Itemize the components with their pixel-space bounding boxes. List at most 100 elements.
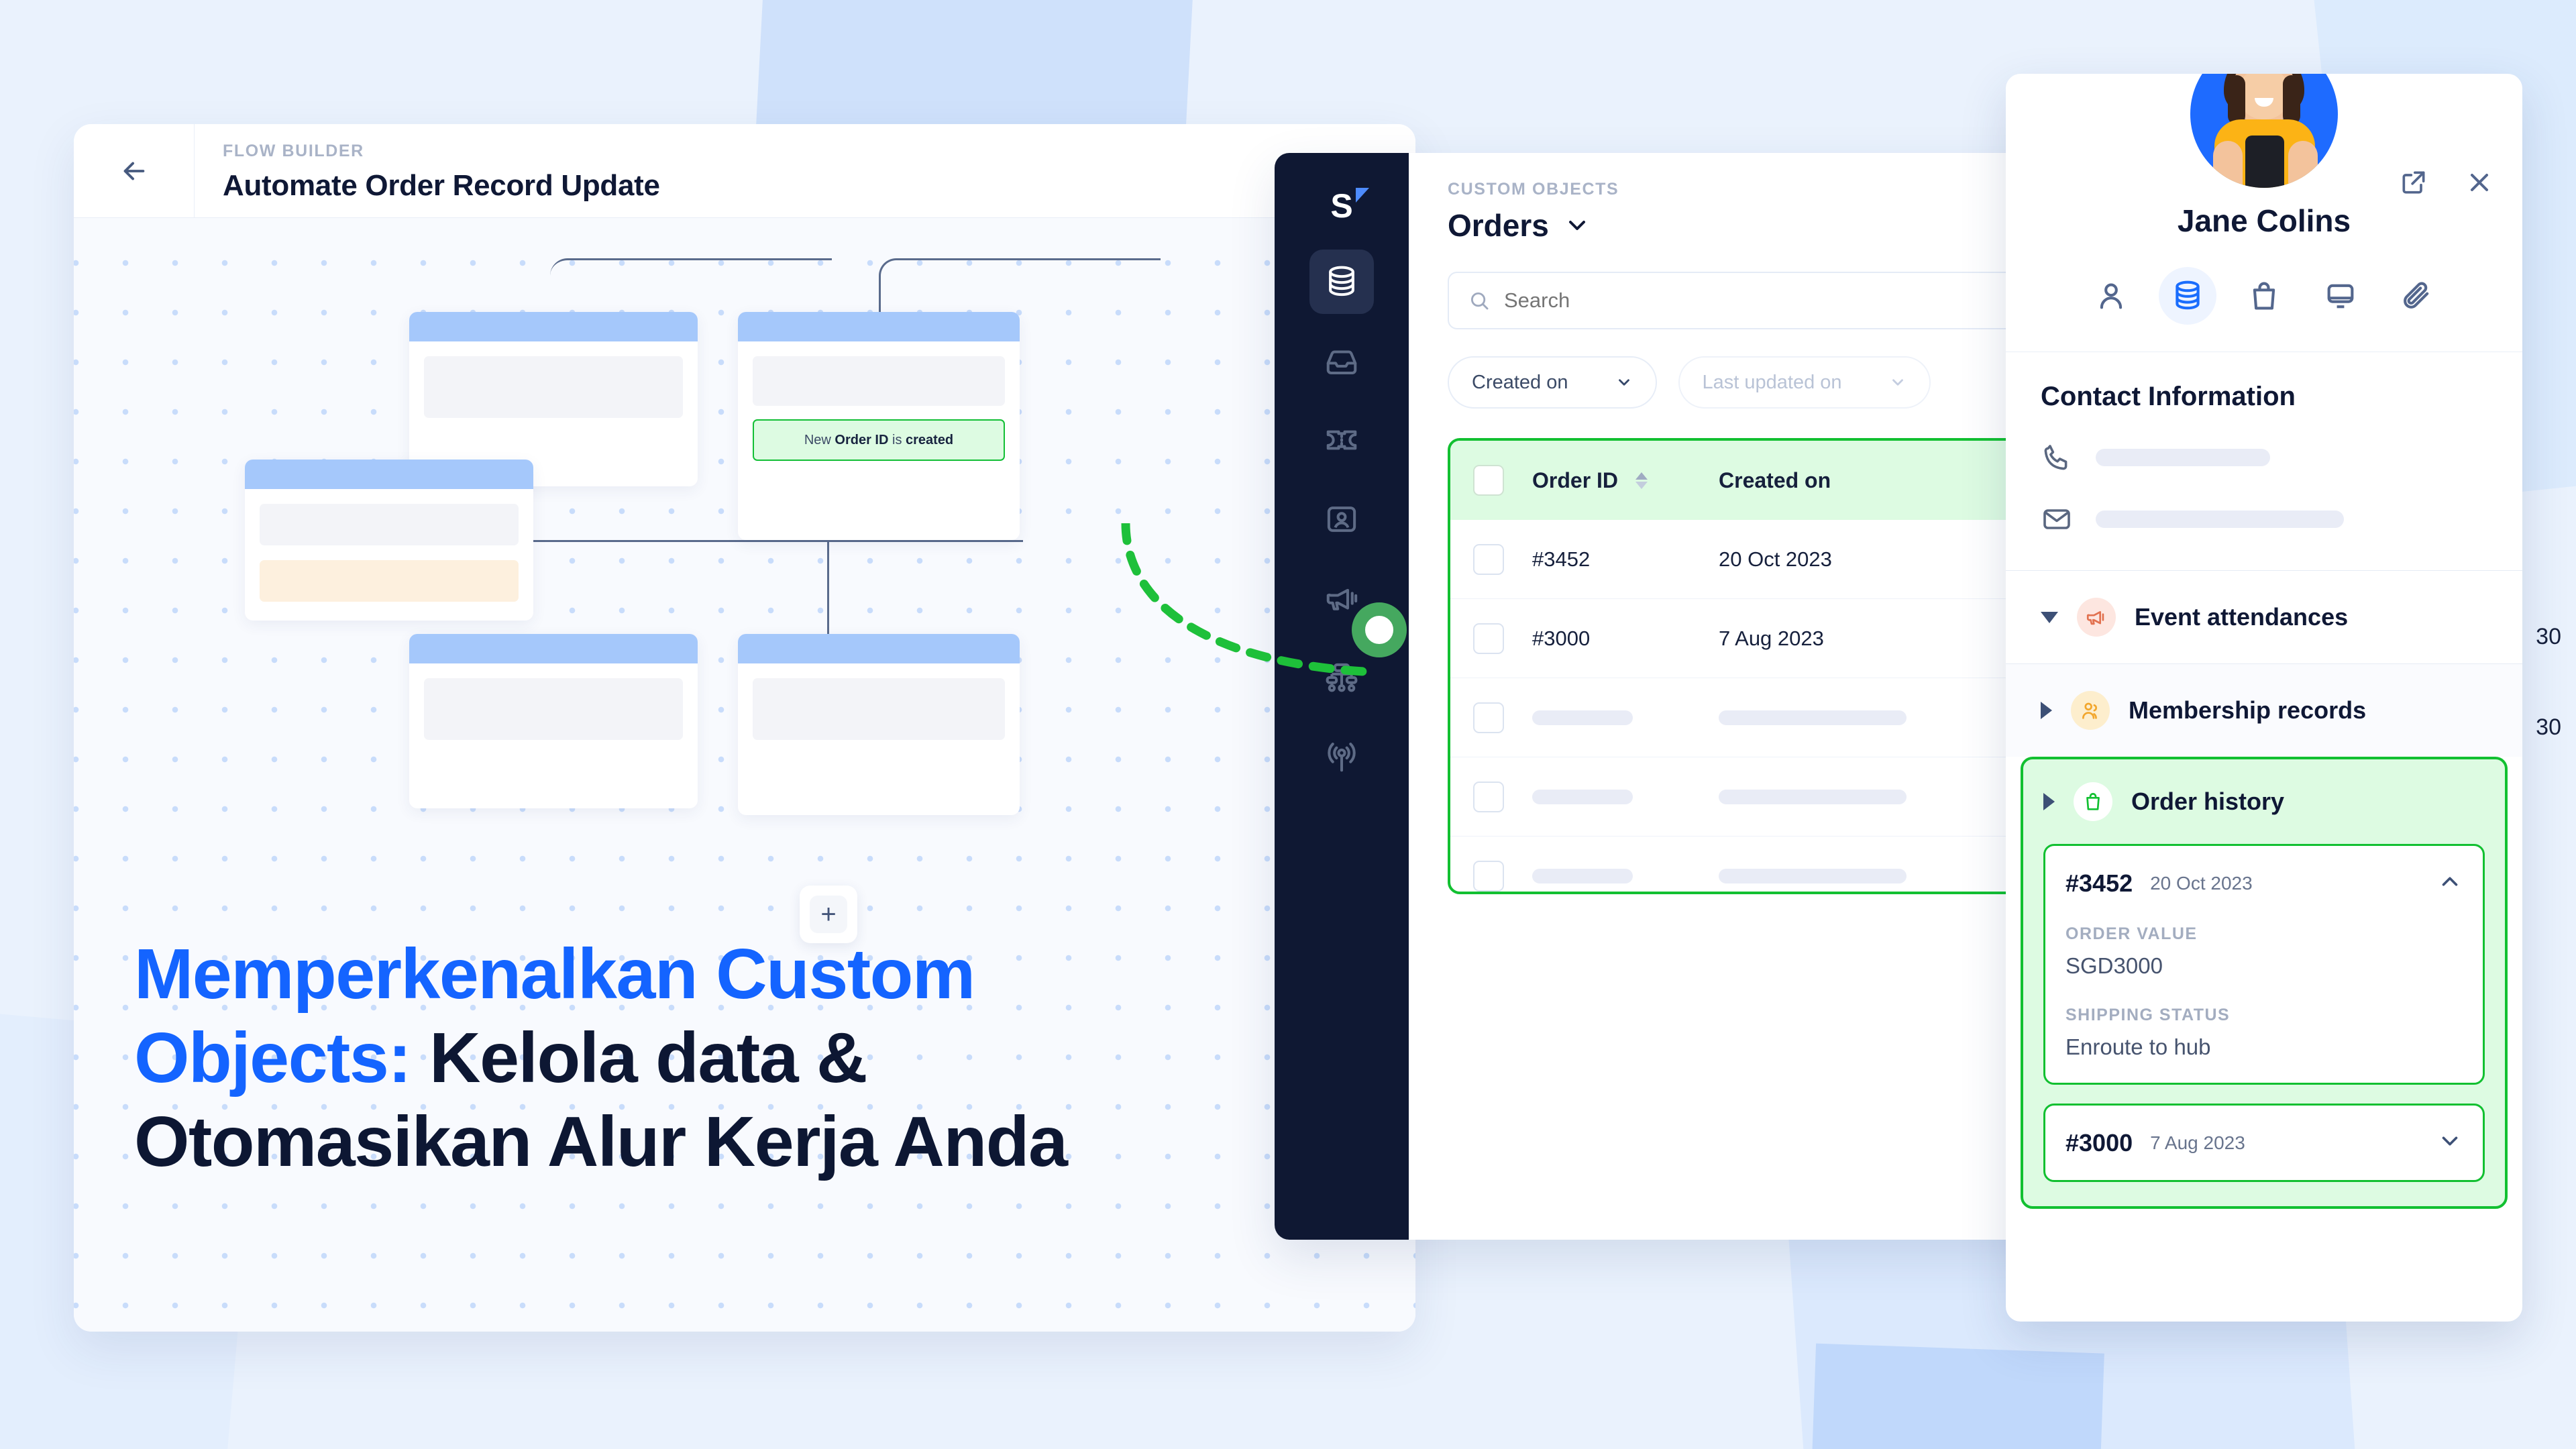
accordion-event-attendances[interactable]: Event attendances: [2006, 570, 2522, 663]
tab-person[interactable]: [2082, 267, 2140, 325]
hero-line-3: Otomasikan Alur Kerja Anda: [134, 1102, 1068, 1182]
filter-last-updated-on[interactable]: Last updated on: [1678, 356, 1931, 409]
accordion-order-history: Order history #3452 20 Oct 2023 ORDER VA…: [2021, 757, 2508, 1209]
caret-down-icon: [2041, 611, 2058, 623]
contact-information-section: Contact Information: [2006, 352, 2522, 570]
page-title: Automate Order Record Update: [223, 169, 660, 202]
sort-icon[interactable]: [1635, 472, 1648, 489]
tab-custom-objects[interactable]: [2159, 267, 2216, 325]
attachment-icon: [2404, 282, 2429, 309]
row-checkbox[interactable]: [1473, 860, 1504, 892]
search-icon: [1470, 292, 1489, 310]
sidebar-item-broadcast[interactable]: [1309, 724, 1374, 789]
flow-node-placeholder: [260, 504, 519, 545]
order-card[interactable]: #3452 20 Oct 2023 ORDER VALUE SGD3000 SH…: [2043, 844, 2485, 1085]
order-date: 20 Oct 2023: [2150, 872, 2253, 894]
tab-orders[interactable]: [2235, 267, 2293, 325]
caret-right-icon: [2041, 702, 2052, 719]
contact-profile-card: Jane Colins Contact Information Event at…: [2006, 74, 2522, 1322]
ticket-icon: [1326, 430, 1357, 450]
bag-icon: [2086, 793, 2100, 810]
megaphone-icon: [1326, 588, 1358, 610]
flow-node-warning-placeholder: [260, 560, 519, 602]
row-checkbox[interactable]: [1473, 781, 1504, 812]
back-button[interactable]: [74, 124, 195, 217]
chevron-down-icon[interactable]: [2437, 1128, 2463, 1157]
filter-label: Last updated on: [1702, 371, 1842, 393]
row-checkbox[interactable]: [1473, 543, 1504, 575]
mail-icon: [2043, 509, 2070, 529]
sitemap-icon: [1326, 663, 1358, 692]
skeleton-bar: [1719, 710, 1907, 725]
tab-attachments[interactable]: [2388, 267, 2446, 325]
order-history-header[interactable]: Order history: [2023, 759, 2505, 844]
breadcrumb: FLOW BUILDER: [223, 142, 364, 160]
arrow-left-icon: [123, 162, 144, 180]
sidebar-item-inbox[interactable]: [1309, 329, 1374, 393]
accordion-membership-records[interactable]: Membership records: [2006, 663, 2522, 757]
filter-created-on[interactable]: Created on: [1448, 356, 1657, 409]
chevron-down-icon: [1568, 221, 1585, 230]
sidebar-item-database[interactable]: [1309, 250, 1374, 314]
column-header-created-on[interactable]: Created on: [1719, 468, 1987, 493]
skeleton-bar: [1532, 868, 1633, 883]
chevron-down-icon: [1892, 379, 1903, 386]
trigger-chip[interactable]: New Order ID is created: [753, 419, 1005, 461]
order-id: #3000: [2065, 1128, 2133, 1157]
chevron-up-icon[interactable]: [2437, 869, 2463, 898]
open-external-icon[interactable]: [2399, 168, 2428, 197]
database-icon: [1329, 266, 1354, 297]
flow-node[interactable]: [409, 634, 698, 808]
plus-icon: +: [810, 896, 847, 933]
screen-icon: [2327, 284, 2354, 309]
field-label: SHIPPING STATUS: [2065, 1006, 2231, 1024]
sidebar-item-tickets[interactable]: [1309, 408, 1374, 472]
tab-devices[interactable]: [2312, 267, 2369, 325]
flow-edge-horizontal: [533, 540, 1023, 542]
search-input-wrapper[interactable]: [1448, 272, 2088, 329]
skeleton-bar: [1719, 789, 1907, 804]
screenshot-root: FLOW BUILDER Automate Order Record Updat…: [0, 0, 2576, 1449]
flow-edge-curve-2: [879, 258, 1161, 316]
skeleton-bar: [1532, 710, 1633, 725]
flow-node[interactable]: [738, 634, 1020, 815]
flow-node-header: [409, 634, 698, 663]
order-id: #3452: [2065, 869, 2133, 897]
bag-icon: [2253, 282, 2275, 310]
search-input[interactable]: [1504, 288, 2068, 313]
close-icon[interactable]: [2465, 168, 2494, 197]
clipped-number: 30: [2536, 714, 2561, 740]
cell-order-id: #3000: [1532, 626, 1591, 650]
app-logo[interactable]: S: [1330, 177, 1369, 235]
row-checkbox[interactable]: [1473, 623, 1504, 654]
caret-right-icon: [2043, 793, 2055, 810]
flow-node-header: [738, 312, 1020, 341]
hero-line-2: Objects: Kelola data &: [134, 1018, 868, 1098]
phone-icon: [2044, 445, 2068, 470]
select-all-checkbox[interactable]: [1473, 465, 1504, 496]
hero-headline: Memperkenalkan Custom Objects: Kelola da…: [134, 932, 1308, 1184]
order-card-header[interactable]: #3000 7 Aug 2023: [2065, 1128, 2463, 1157]
order-card[interactable]: #3000 7 Aug 2023: [2043, 1104, 2485, 1182]
decor-shape-4: [1807, 1343, 2104, 1449]
flow-node[interactable]: [245, 460, 533, 621]
accordion-label: Membership records: [2129, 696, 2367, 724]
members-icon-badge: [2071, 691, 2110, 730]
custom-objects-app-window: S CUSTOM OBJECTS Orders Search Created o…: [1275, 153, 2127, 1240]
accordion-label: Event attendances: [2135, 603, 2349, 631]
megaphone-icon-badge: [2077, 598, 2116, 637]
flow-node-header: [245, 460, 533, 489]
object-selector[interactable]: Orders: [1448, 207, 2088, 244]
bag-icon-badge: [2074, 782, 2112, 821]
contact-card-icon: [1327, 506, 1356, 532]
clipped-number: 30: [2536, 624, 2561, 649]
sidebar-item-flows[interactable]: [1309, 645, 1374, 710]
hero-line-1: Memperkenalkan Custom: [134, 934, 975, 1014]
sidebar-item-contacts[interactable]: [1309, 487, 1374, 551]
column-header-order-id[interactable]: Order ID: [1504, 468, 1719, 493]
flow-node[interactable]: New Order ID is created: [738, 312, 1020, 540]
filter-label: Created on: [1472, 371, 1568, 393]
flow-edge-curve-1: [550, 258, 832, 316]
row-checkbox[interactable]: [1473, 702, 1504, 733]
order-card-header[interactable]: #3452 20 Oct 2023: [2065, 869, 2463, 898]
